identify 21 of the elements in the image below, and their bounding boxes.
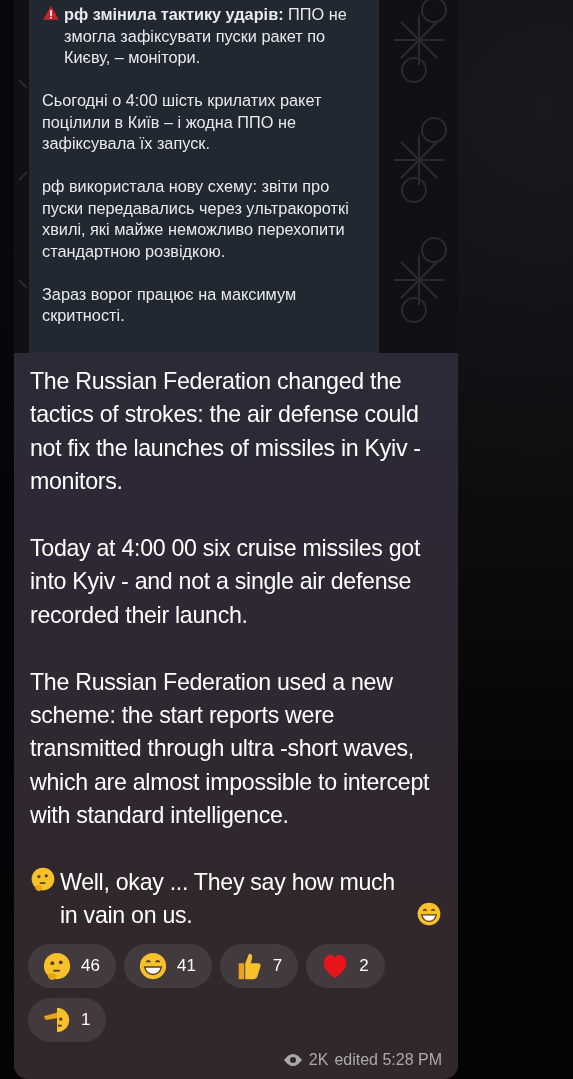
eye-icon <box>282 1053 303 1067</box>
thinking-face-icon <box>42 950 72 981</box>
message-text: Well, okay ... They say how much in vain on us. <box>60 868 396 931</box>
reaction-button[interactable]: 7 <box>219 943 299 988</box>
message-text: The Russian Federation changed the tactics of strokes: the air defense could not fix the launches of missiles in Kyiv - monitors. <box>30 368 421 495</box>
grinning-face-icon <box>137 950 168 981</box>
message-text: рф використала нову схему: звіти про пуски передавались через ультракороткі хвилі, які майже неможливо перехопити стандартною розвідкою. <box>42 177 349 260</box>
reaction-button[interactable]: 2 <box>306 943 385 988</box>
thinking-face-icon <box>30 866 56 893</box>
message-text: Зараз ворог працює на максимум скритності. <box>42 284 297 324</box>
warning-icon <box>42 4 60 22</box>
message-text: Today at 4:00 00 six cruise missiles got into Kyiv - and not a single air defense recorded their launch. <box>30 535 421 628</box>
edited-time: edited 5:28 PM <box>334 1051 442 1069</box>
reaction-button[interactable]: 1 <box>28 997 107 1042</box>
grinning-face-icon <box>416 901 442 928</box>
message-text: рф змінила тактику ударів: ППО не змогла зафіксувати пуски ракет по Києву, – монітори. <box>64 4 348 68</box>
view-count: 2K <box>308 1051 329 1069</box>
message-text: Сьогодні о 4:00 шість крилатих ракет поцілили в Київ – і жодна ППО не зафіксувала їх запуск. <box>42 91 322 152</box>
message-text: The Russian Federation used a new scheme: the start reports were transmitted through ultra -short waves, which are almost impossible to intercept with standard intelligence. <box>30 668 430 829</box>
reaction-button[interactable]: 46 <box>28 943 116 988</box>
reaction-button[interactable]: 41 <box>123 943 212 988</box>
